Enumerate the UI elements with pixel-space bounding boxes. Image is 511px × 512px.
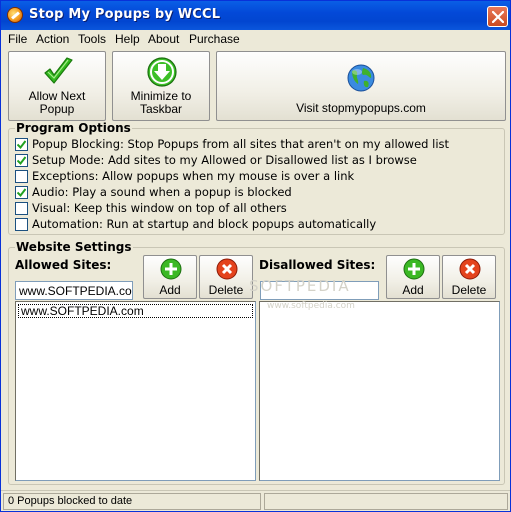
allowed-delete-label: Delete <box>208 283 244 297</box>
visit-site-label: Visit stopmypopups.com <box>296 101 426 115</box>
plus-icon <box>403 258 425 280</box>
delete-x-icon <box>459 258 481 280</box>
globe-icon <box>347 64 375 92</box>
status-pane-secondary <box>264 493 508 510</box>
option-checkbox[interactable] <box>15 138 28 151</box>
menu-purchase[interactable]: Purchase <box>189 32 240 46</box>
option-label: Popup Blocking: Stop Popups from all sit… <box>32 137 450 151</box>
minimize-to-taskbar-button[interactable]: Minimize to Taskbar <box>112 51 210 121</box>
option-label: Setup Mode: Add sites to my Allowed or D… <box>32 153 417 167</box>
list-item[interactable]: www.SOFTPEDIA.com <box>18 304 253 318</box>
disallowed-delete-label: Delete <box>451 283 487 297</box>
menu-file[interactable]: File <box>8 32 27 46</box>
window-title: Stop My Popups by WCCL <box>29 7 221 22</box>
minimize-to-taskbar-label: Minimize to Taskbar <box>130 89 192 116</box>
menu-tools[interactable]: Tools <box>78 32 106 46</box>
title-bar[interactable]: Stop My Popups by WCCL <box>1 1 510 30</box>
disallowed-sites-list[interactable] <box>259 301 500 481</box>
plus-icon <box>160 258 182 280</box>
menu-about[interactable]: About <box>148 32 179 46</box>
menu-bar: File Action Tools Help About Purchase <box>1 30 510 48</box>
disallowed-add-button[interactable]: Add <box>386 255 440 299</box>
app-window: Stop My Popups by WCCL File Action Tools… <box>0 0 511 512</box>
menu-help[interactable]: Help <box>115 32 140 46</box>
option-checkbox[interactable] <box>15 202 28 215</box>
option-checkbox[interactable] <box>15 218 28 231</box>
option-label: Automation: Run at startup and block pop… <box>32 217 377 231</box>
allow-next-popup-button[interactable]: Allow Next Popup <box>8 51 106 121</box>
check-icon <box>17 156 26 165</box>
status-bar: 0 Popups blocked to date <box>1 490 510 511</box>
disallowed-add-label: Add <box>402 283 424 297</box>
status-text: 0 Popups blocked to date <box>3 493 261 510</box>
allowed-add-label: Add <box>159 283 181 297</box>
check-icon <box>17 140 26 149</box>
option-checkbox[interactable] <box>15 186 28 199</box>
app-icon <box>7 7 23 23</box>
program-options-title: Program Options <box>15 121 132 135</box>
allow-next-popup-label: Allow Next Popup <box>28 89 86 116</box>
watermark-url: www.softpedia.com <box>267 301 355 311</box>
check-icon <box>17 188 26 197</box>
down-arrow-icon <box>147 57 177 87</box>
allowed-sites-list[interactable]: www.SOFTPEDIA.com <box>15 301 256 481</box>
option-label: Visual: Keep this window on top of all o… <box>32 201 287 215</box>
option-label: Exceptions: Allow popups when my mouse i… <box>32 169 355 183</box>
watermark-text: SOFTPEDIA <box>249 277 351 295</box>
close-icon <box>492 11 504 23</box>
option-checkbox[interactable] <box>15 154 28 167</box>
option-label: Audio: Play a sound when a popup is bloc… <box>32 185 292 199</box>
disallowed-delete-button[interactable]: Delete <box>442 255 496 299</box>
checkmark-icon <box>44 57 73 84</box>
allowed-site-input[interactable]: www.SOFTPEDIA.co <box>15 281 133 300</box>
website-settings-title: Website Settings <box>15 240 133 254</box>
allowed-delete-button[interactable]: Delete <box>199 255 253 299</box>
menu-action[interactable]: Action <box>36 32 69 46</box>
allowed-sites-label: Allowed Sites: <box>15 258 112 272</box>
option-checkbox[interactable] <box>15 170 28 183</box>
allowed-add-button[interactable]: Add <box>143 255 197 299</box>
disallowed-sites-label: Disallowed Sites: <box>259 258 376 272</box>
delete-x-icon <box>216 258 238 280</box>
visit-site-button[interactable]: Visit stopmypopups.com <box>216 51 506 121</box>
close-button[interactable] <box>487 6 508 27</box>
